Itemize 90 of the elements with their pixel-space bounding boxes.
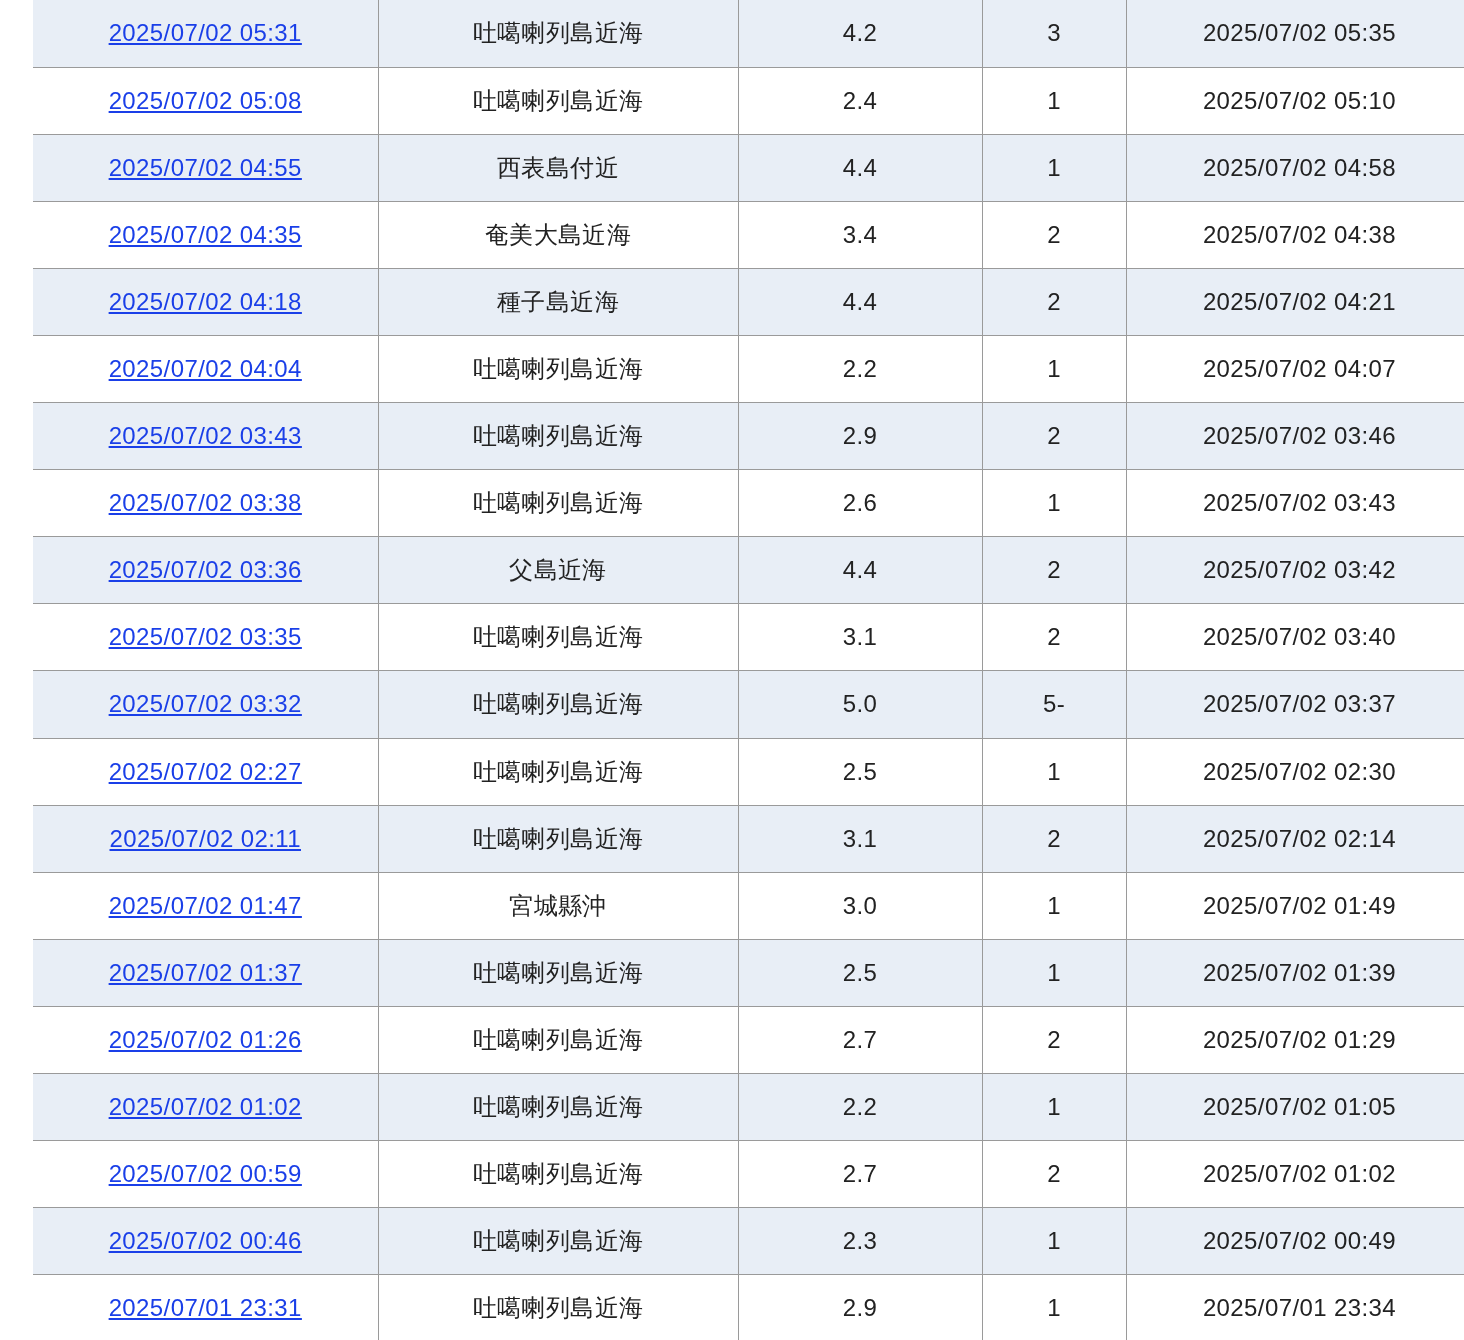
announced-time-cell: 2025/07/02 02:14 — [1202, 824, 1397, 852]
announced-time-cell: 2025/07/02 03:46 — [1202, 422, 1397, 450]
announced-time-cell: 2025/07/02 01:39 — [1202, 958, 1397, 986]
magnitude-cell: 2.7 — [842, 1160, 878, 1188]
time-link[interactable]: 2025/07/02 04:35 — [108, 220, 302, 248]
time-link[interactable]: 2025/07/02 03:35 — [108, 623, 302, 651]
region-cell: 吐噶喇列島近海 — [472, 355, 644, 382]
region-cell: 吐噶喇列島近海 — [472, 422, 644, 450]
region-cell: 種子島近海 — [497, 287, 619, 315]
magnitude-cell: 3.4 — [842, 220, 878, 248]
magnitude-cell: 3.0 — [842, 891, 878, 919]
magnitude-cell: 4.4 — [842, 153, 878, 181]
magnitude-cell: 4.2 — [842, 19, 878, 47]
announced-time-cell: 2025/07/02 00:49 — [1202, 1227, 1397, 1255]
magnitude-cell: 4.4 — [842, 287, 878, 315]
announced-time-cell: 2025/07/02 01:02 — [1202, 1160, 1397, 1188]
intensity-cell: 1 — [1047, 958, 1061, 986]
announced-time-cell: 2025/07/02 04:21 — [1202, 287, 1397, 315]
announced-time-cell: 2025/07/02 03:37 — [1202, 690, 1397, 718]
intensity-cell: 2 — [1047, 220, 1061, 248]
intensity-cell: 2 — [1047, 623, 1061, 651]
region-cell: 吐噶喇列島近海 — [472, 690, 644, 718]
region-cell: 吐噶喇列島近海 — [472, 824, 644, 852]
time-link[interactable]: 2025/07/02 04:04 — [108, 355, 302, 382]
magnitude-cell: 3.1 — [842, 824, 878, 852]
intensity-cell: 1 — [1047, 355, 1061, 382]
region-cell: 吐噶喇列島近海 — [472, 623, 644, 651]
announced-time-cell: 2025/07/02 01:29 — [1202, 1025, 1397, 1053]
magnitude-cell: 3.1 — [842, 623, 878, 651]
region-cell: 宮城縣沖 — [509, 891, 607, 919]
region-cell: 吐噶喇列島近海 — [472, 1227, 644, 1255]
region-cell: 吐噶喇列島近海 — [472, 1160, 644, 1188]
region-cell: 吐噶喇列島近海 — [472, 86, 644, 114]
intensity-cell: 1 — [1047, 489, 1061, 517]
intensity-cell: 1 — [1047, 757, 1061, 785]
announced-time-cell: 2025/07/02 05:35 — [1202, 19, 1397, 47]
magnitude-cell: 2.5 — [842, 958, 878, 986]
intensity-cell: 2 — [1047, 287, 1061, 315]
announced-time-cell: 2025/07/02 03:42 — [1202, 556, 1397, 584]
magnitude-cell: 2.9 — [842, 1294, 878, 1322]
announced-time-cell: 2025/07/01 23:34 — [1202, 1294, 1397, 1322]
magnitude-cell: 2.4 — [842, 86, 878, 114]
magnitude-cell: 2.2 — [842, 355, 878, 382]
intensity-cell: 1 — [1047, 153, 1061, 181]
announced-time-cell: 2025/07/02 03:43 — [1202, 489, 1397, 517]
magnitude-cell: 2.6 — [842, 489, 878, 517]
intensity-cell: 2 — [1047, 1025, 1061, 1053]
region-cell: 父島近海 — [509, 556, 607, 584]
announced-time-cell: 2025/07/02 04:38 — [1202, 220, 1397, 248]
magnitude-cell: 2.2 — [842, 1093, 878, 1121]
intensity-cell: 1 — [1047, 86, 1061, 114]
time-link[interactable]: 2025/07/02 00:59 — [108, 1160, 302, 1188]
region-cell: 吐噶喇列島近海 — [472, 1294, 644, 1322]
magnitude-cell: 2.3 — [842, 1227, 878, 1255]
announced-time-cell: 2025/07/02 02:30 — [1202, 757, 1397, 785]
intensity-cell: 1 — [1047, 891, 1061, 919]
announced-time-cell: 2025/07/02 04:58 — [1202, 153, 1397, 181]
time-link[interactable]: 2025/07/02 05:08 — [108, 86, 302, 114]
time-link[interactable]: 2025/07/02 02:27 — [108, 757, 302, 785]
intensity-cell: 2 — [1047, 556, 1061, 584]
announced-time-cell: 2025/07/02 01:05 — [1202, 1093, 1397, 1121]
time-link[interactable]: 2025/07/02 03:38 — [108, 489, 302, 517]
announced-time-cell: 2025/07/02 05:10 — [1202, 86, 1397, 114]
time-link[interactable]: 2025/07/02 01:26 — [108, 1025, 302, 1053]
region-cell: 西表島付近 — [497, 153, 619, 181]
intensity-cell: 1 — [1047, 1294, 1061, 1322]
announced-time-cell: 2025/07/02 03:40 — [1202, 623, 1397, 651]
time-link[interactable]: 2025/07/01 23:31 — [108, 1294, 302, 1322]
region-cell: 吐噶喇列島近海 — [472, 1093, 644, 1121]
region-cell: 吐噶喇列島近海 — [472, 958, 644, 986]
magnitude-cell: 4.4 — [842, 556, 878, 584]
intensity-cell: 3 — [1047, 19, 1061, 47]
announced-time-cell: 2025/07/02 04:07 — [1202, 355, 1397, 382]
region-cell: 吐噶喇列島近海 — [472, 757, 644, 785]
intensity-cell: 5- — [1042, 690, 1066, 718]
region-cell: 吐噶喇列島近海 — [472, 489, 644, 517]
intensity-cell: 1 — [1047, 1227, 1061, 1255]
magnitude-cell: 2.5 — [842, 757, 878, 785]
region-cell: 吐噶喇列島近海 — [472, 19, 644, 47]
intensity-cell: 2 — [1047, 422, 1061, 450]
region-cell: 吐噶喇列島近海 — [472, 1025, 644, 1053]
intensity-cell: 2 — [1047, 1160, 1061, 1188]
time-link[interactable]: 2025/07/02 01:47 — [108, 891, 302, 919]
region-cell: 奄美大島近海 — [484, 220, 632, 248]
magnitude-cell: 5.0 — [842, 690, 878, 718]
announced-time-cell: 2025/07/02 01:49 — [1202, 891, 1397, 919]
intensity-cell: 1 — [1047, 1093, 1061, 1121]
magnitude-cell: 2.7 — [842, 1025, 878, 1053]
intensity-cell: 2 — [1047, 824, 1061, 852]
magnitude-cell: 2.9 — [842, 422, 878, 450]
